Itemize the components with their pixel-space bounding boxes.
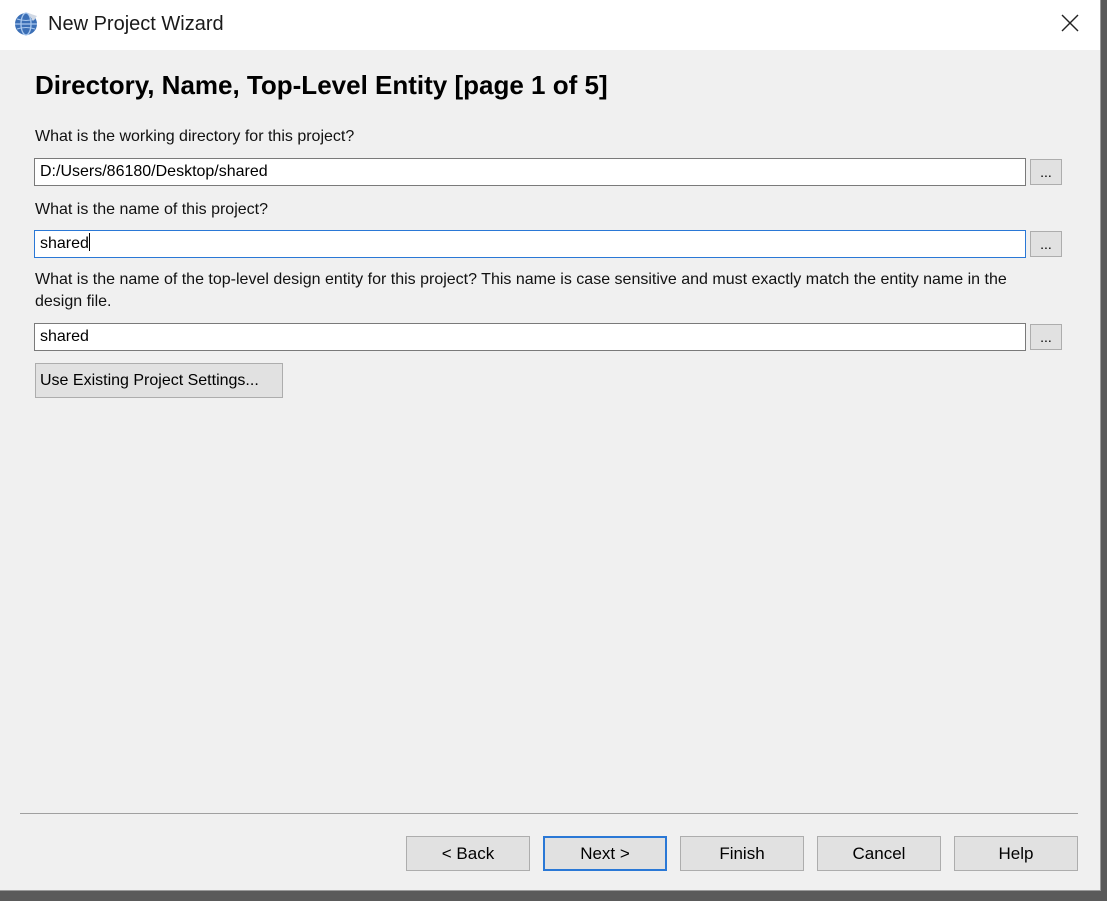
top-level-entity-label: What is the name of the top-level design… (35, 271, 1007, 310)
project-name-label: What is the name of this project? (35, 201, 268, 218)
next-button[interactable]: Next > (543, 836, 667, 871)
project-name-browse-button[interactable]: ... (1030, 231, 1062, 257)
cancel-button[interactable]: Cancel (817, 836, 941, 871)
title-bar: New Project Wizard (0, 0, 1100, 50)
use-existing-project-settings-button[interactable]: Use Existing Project Settings... (35, 363, 283, 398)
new-project-wizard-window: New Project Wizard Directory, Name, Top-… (0, 0, 1101, 891)
close-icon (1061, 14, 1079, 37)
close-button[interactable] (1040, 0, 1100, 50)
working-directory-label: What is the working directory for this p… (35, 128, 355, 145)
text-caret (88, 233, 90, 251)
footer-separator (20, 813, 1078, 814)
top-level-entity-browse-button[interactable]: ... (1030, 324, 1062, 350)
help-button[interactable]: Help (954, 836, 1078, 871)
window-title: New Project Wizard (48, 13, 224, 35)
working-directory-input[interactable]: D:/Users/86180/Desktop/shared (34, 158, 1026, 186)
working-directory-browse-button[interactable]: ... (1030, 159, 1062, 185)
back-button[interactable]: < Back (406, 836, 530, 871)
project-name-input[interactable]: shared (34, 230, 1026, 258)
page-title: Directory, Name, Top-Level Entity [page … (35, 70, 608, 100)
project-name-value: shared (40, 235, 89, 252)
finish-button[interactable]: Finish (680, 836, 804, 871)
globe-app-icon (13, 11, 39, 37)
top-level-entity-input[interactable]: shared (34, 323, 1026, 351)
